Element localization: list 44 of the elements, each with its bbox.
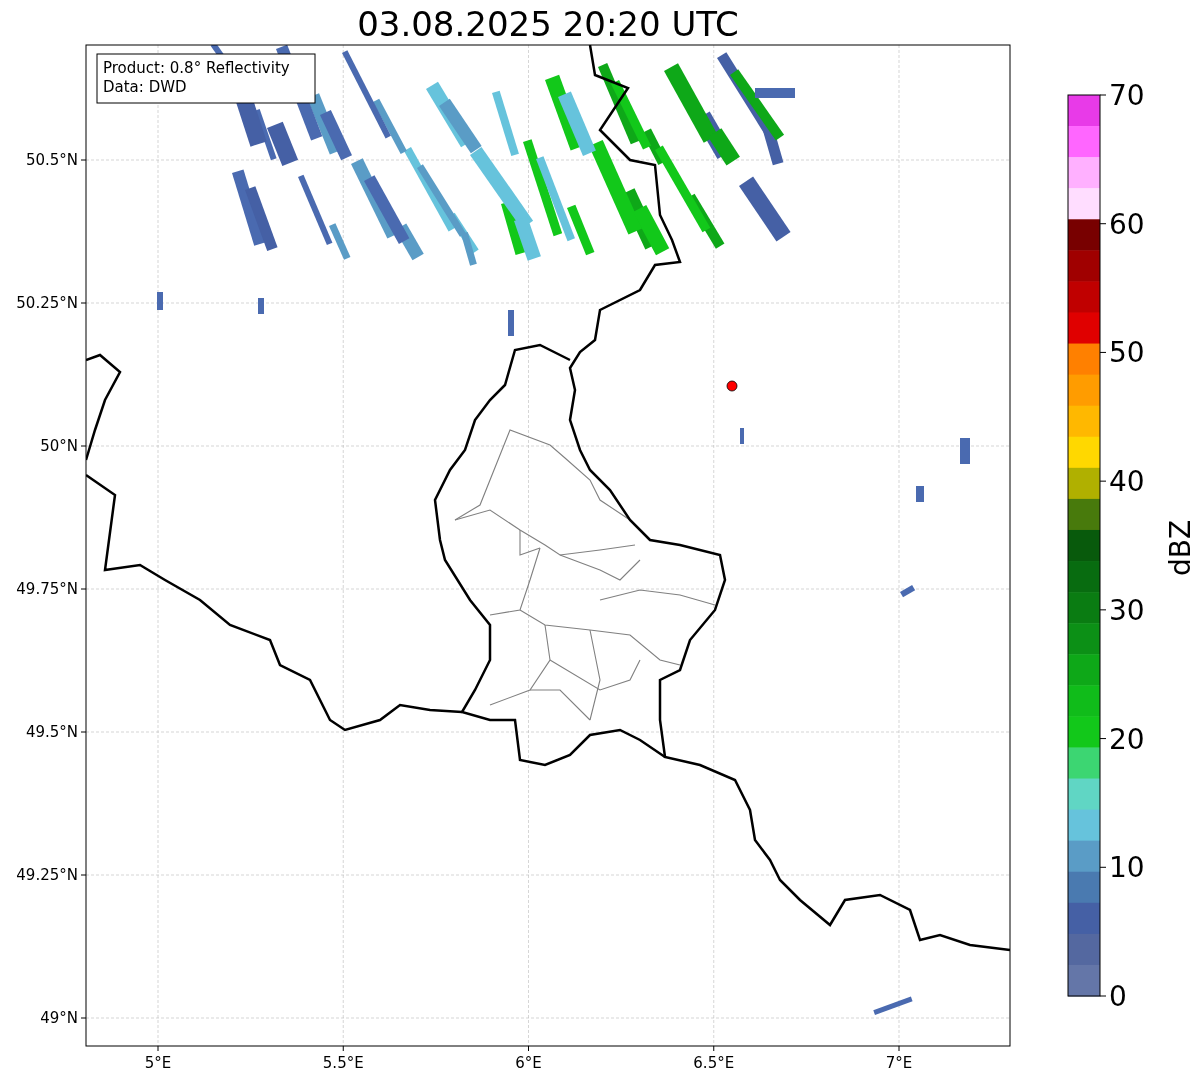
tick-mark — [80, 445, 87, 447]
axis-tick-label: 6.5°E — [693, 1054, 735, 1072]
tick-mark — [80, 874, 87, 876]
axis-tick-label: 50.25°N — [16, 294, 78, 312]
location-marker — [726, 380, 738, 392]
tick-mark — [713, 1045, 715, 1052]
colorbar-tick-label: 10 — [1109, 851, 1145, 885]
axis-tick-label: 5°E — [144, 1054, 172, 1072]
info-text: Data: DWD — [103, 78, 187, 96]
colorbar-tick-label: 50 — [1109, 336, 1145, 370]
axis-tick-label: 49.5°N — [25, 723, 78, 741]
axis-tick-label: 49.25°N — [16, 866, 78, 884]
radar-echo — [740, 428, 744, 444]
chart-title: 03.08.2025 20:20 UTC — [357, 4, 739, 44]
tick-mark — [80, 588, 87, 590]
radar-echo — [960, 438, 970, 464]
radar-echo — [508, 310, 514, 336]
tick-mark — [80, 1017, 87, 1019]
colorbar-tick-label: 0 — [1109, 980, 1127, 1013]
radar-echo — [258, 298, 264, 314]
axis-tick-label: 50°N — [40, 437, 78, 455]
tick-mark — [528, 1045, 529, 1052]
colorbar-tick-label: 30 — [1109, 593, 1145, 627]
tick-mark — [342, 1045, 344, 1052]
radar-echo — [916, 486, 924, 502]
colorbar-tick-label: 20 — [1109, 722, 1145, 756]
axis-tick-label: 49°N — [40, 1009, 78, 1027]
axis-tick-label: 7°E — [885, 1054, 913, 1072]
radar-echo — [900, 585, 916, 598]
colorbar-tick-label: 40 — [1109, 465, 1145, 499]
tick-mark — [80, 159, 87, 161]
tick-mark — [157, 1045, 159, 1052]
axis-tick-label: 5.5°E — [322, 1054, 364, 1072]
colorbar-tick-label: 70 — [1109, 79, 1145, 112]
colorbar-tick-label: 60 — [1109, 207, 1145, 241]
radar-echo — [157, 292, 163, 310]
tick-mark — [898, 1045, 900, 1052]
axis-tick-label: 50.5°N — [25, 151, 78, 169]
tick-mark — [80, 731, 87, 733]
tick-mark — [80, 302, 87, 304]
info-text: Product: 0.8° Reflectivity — [103, 59, 290, 77]
axis-tick-label: 6°E — [515, 1054, 542, 1072]
axis-tick-label: 49.75°N — [16, 580, 78, 598]
colorbar-label: dBZ — [1164, 519, 1197, 577]
